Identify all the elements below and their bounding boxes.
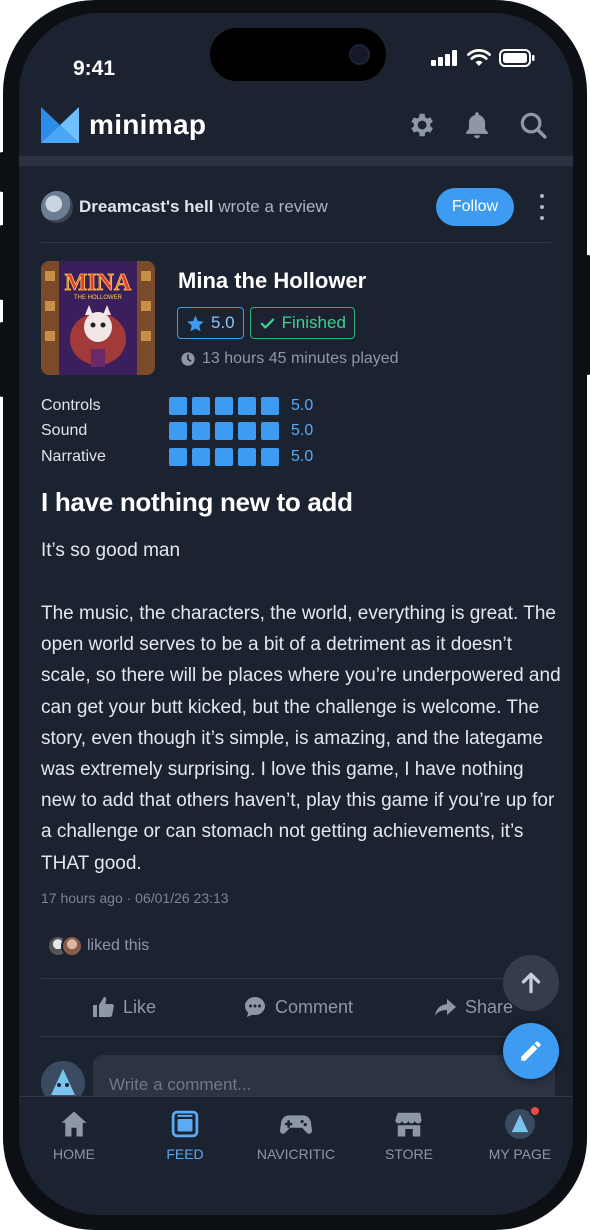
status-time: 9:41 <box>73 57 116 80</box>
store-icon <box>395 1112 422 1137</box>
tab-label: MY PAGE <box>488 1146 552 1162</box>
review-subtitle: It’s so good man <box>41 540 181 561</box>
header-actions <box>405 109 549 141</box>
screen: 9:41 minimap Dreamcast's hell wrote a re… <box>19 13 573 1215</box>
like-button[interactable]: Like <box>91 995 156 1019</box>
clock-icon <box>181 352 195 366</box>
tab-store[interactable]: STORE <box>359 1109 459 1162</box>
author-line: Dreamcast's hell wrote a review <box>79 197 328 217</box>
tab-label: STORE <box>385 1146 433 1162</box>
rating-value: 5.0 <box>291 422 314 440</box>
tab-my-page[interactable]: MY PAGE <box>470 1105 570 1162</box>
share-button[interactable]: Share <box>433 995 513 1019</box>
follow-button[interactable]: Follow <box>436 188 514 226</box>
liked-text: liked this <box>87 937 150 954</box>
comment-icon <box>245 997 265 1017</box>
score-value: 5.0 <box>211 313 235 332</box>
game-title[interactable]: Mina the Hollower <box>178 268 366 294</box>
divider <box>41 242 551 243</box>
tab-navicritic[interactable]: NAVICRITIC <box>246 1109 346 1162</box>
review-author-row: Dreamcast's hell wrote a review Follow <box>41 188 551 226</box>
gamepad-icon <box>280 1115 312 1134</box>
header-divider <box>19 156 573 166</box>
status-label: Finished <box>281 313 346 332</box>
tab-home[interactable]: HOME <box>24 1109 124 1162</box>
rating-row-narrative: Narrative 5.0 <box>41 444 313 470</box>
home-icon <box>61 1111 87 1137</box>
volume-up-button <box>0 225 5 300</box>
rating-value: 5.0 <box>291 447 314 465</box>
cover-logo-subtext: THE HOLLOWER <box>74 295 123 301</box>
star-icon <box>187 315 204 331</box>
minimap-logo-icon <box>41 107 79 143</box>
game-badges: 5.0 Finished <box>177 307 355 339</box>
share-label: Share <box>465 996 514 1017</box>
dynamic-island <box>210 28 386 81</box>
playtime-text: 13 hours 45 minutes played <box>202 350 399 367</box>
author-action: wrote a review <box>218 197 328 216</box>
rating-label: Narrative <box>41 447 106 465</box>
rating-bar <box>169 422 279 441</box>
notification-dot <box>529 1105 541 1117</box>
bell-icon[interactable] <box>461 109 493 141</box>
rating-label: Controls <box>41 396 101 414</box>
rating-value: 5.0 <box>291 396 314 414</box>
status-icons <box>431 49 535 67</box>
share-icon <box>435 999 456 1016</box>
thumbs-up-icon <box>93 997 114 1017</box>
wifi-icon <box>467 49 491 66</box>
review-timestamp: 17 hours ago · 06/01/26 23:13 <box>41 890 229 906</box>
write-review-button[interactable] <box>503 1023 559 1079</box>
tab-label: NAVICRITIC <box>256 1146 336 1162</box>
rating-label: Sound <box>41 422 88 440</box>
rating-row-controls: Controls 5.0 <box>41 393 313 419</box>
score-badge: 5.0 <box>177 307 244 339</box>
liked-by[interactable]: liked this <box>47 935 149 957</box>
rating-bar <box>169 447 279 466</box>
tab-feed[interactable]: FEED <box>135 1109 235 1162</box>
like-label: Like <box>123 996 157 1017</box>
game-cover-image[interactable]: MINA THE HOLLOWER <box>41 261 155 375</box>
author-avatar[interactable] <box>41 191 73 223</box>
review-body: The music, the characters, the world, ev… <box>41 603 561 874</box>
app-header: minimap <box>19 99 573 155</box>
comment-label: Comment <box>275 996 354 1017</box>
cover-logo-text: MINA <box>65 270 132 296</box>
mute-switch <box>0 152 5 192</box>
check-icon <box>260 317 274 329</box>
battery-icon <box>499 49 535 67</box>
app-logo[interactable]: minimap <box>41 107 206 143</box>
power-button <box>585 255 590 375</box>
ratings-list: Controls 5.0 Sound 5.0 Narrative 5.0 <box>41 393 313 470</box>
comment-button[interactable]: Comment <box>243 995 353 1019</box>
camera-icon <box>349 44 370 65</box>
rating-row-sound: Sound 5.0 <box>41 419 313 445</box>
volume-down-button <box>0 322 5 397</box>
feed-icon <box>171 1110 199 1138</box>
playtime: 13 hours 45 minutes played <box>180 350 399 368</box>
rating-bar <box>169 396 279 415</box>
more-options-icon[interactable] <box>537 194 547 220</box>
signal-icon <box>431 50 457 66</box>
app-name: minimap <box>89 109 207 140</box>
tab-label: FEED <box>166 1146 204 1162</box>
search-icon[interactable] <box>517 109 549 141</box>
arrow-up-icon <box>521 972 541 994</box>
phone-frame: 9:41 minimap Dreamcast's hell wrote a re… <box>0 0 590 1230</box>
bottom-tab-bar: HOME FEED NAVICRITIC STORE MY PAGE <box>19 1096 573 1215</box>
avatar-icon <box>505 1105 541 1139</box>
liker-avatar <box>61 935 83 957</box>
scroll-to-top-button[interactable] <box>503 955 559 1011</box>
gear-icon[interactable] <box>405 109 437 141</box>
status-badge: Finished <box>249 307 355 339</box>
review-title: I have nothing new to add <box>41 487 353 517</box>
divider <box>41 1036 551 1037</box>
tab-label: HOME <box>53 1146 95 1162</box>
author-name[interactable]: Dreamcast's hell <box>79 197 213 216</box>
review-actions: Like Comment Share <box>41 979 551 1037</box>
pencil-icon <box>521 1041 541 1061</box>
